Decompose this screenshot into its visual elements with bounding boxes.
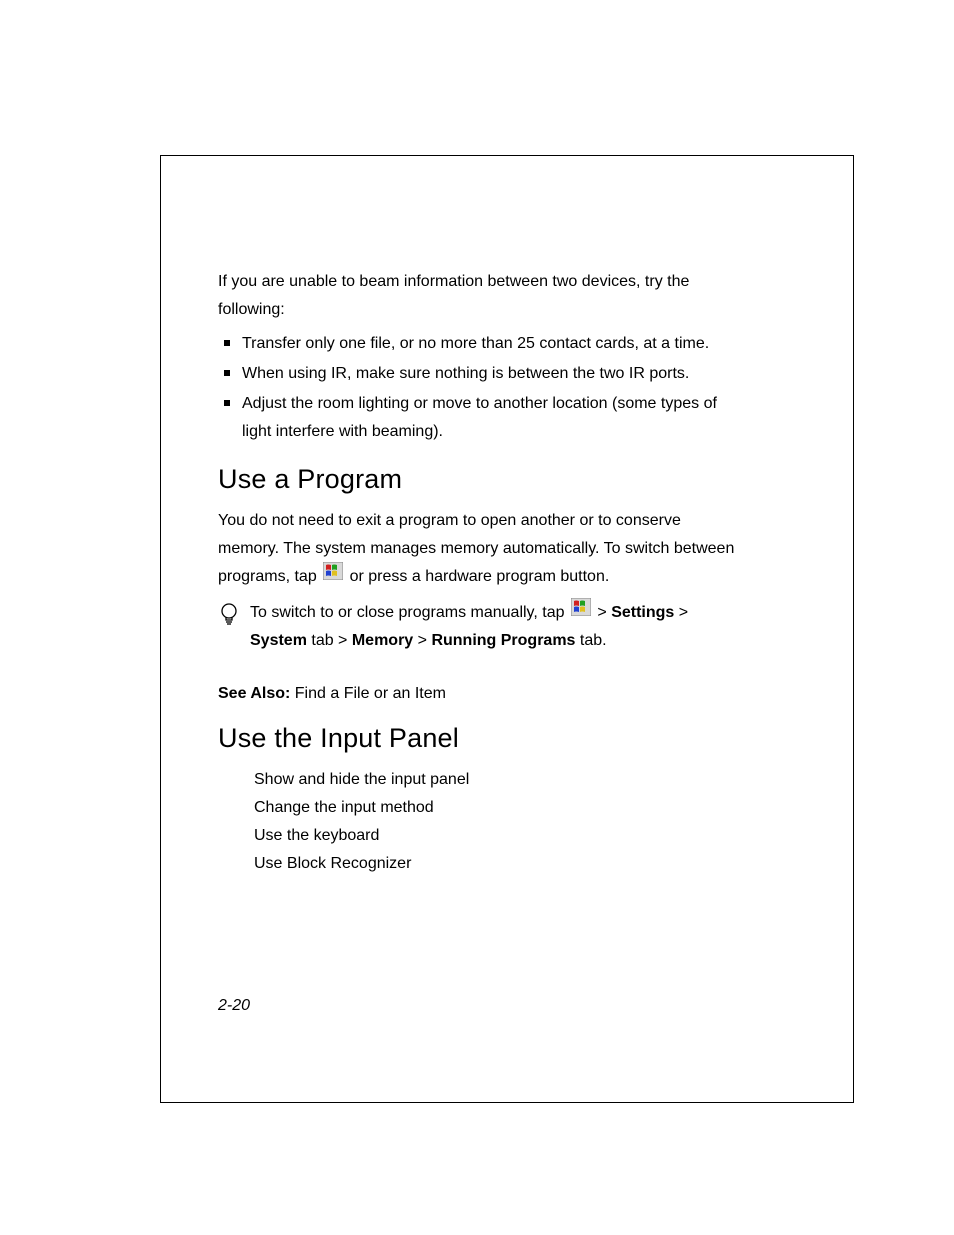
- text-fragment: >: [413, 632, 431, 649]
- troubleshoot-list: Transfer only one file, or no more than …: [218, 330, 746, 446]
- list-item: Use the keyboard: [254, 822, 746, 850]
- page-number: 2-20: [218, 997, 250, 1015]
- see-also: See Also: Find a File or an Item: [218, 685, 746, 703]
- windows-flag-icon: [323, 562, 343, 590]
- list-item: Adjust the room lighting or move to anot…: [218, 390, 746, 446]
- see-also-text: Find a File or an Item: [290, 685, 446, 702]
- heading-use-a-program: Use a Program: [218, 464, 746, 495]
- lightbulb-icon: [218, 601, 240, 632]
- list-item: Show and hide the input panel: [254, 766, 746, 794]
- text-fragment: or press a hardware program button.: [345, 568, 609, 585]
- text-fragment: To switch to or close programs manually,…: [250, 604, 569, 621]
- list-item: Change the input method: [254, 794, 746, 822]
- heading-use-input-panel: Use the Input Panel: [218, 723, 746, 754]
- bold-memory: Memory: [352, 632, 413, 649]
- text-fragment: >: [593, 604, 611, 621]
- list-item: Transfer only one file, or no more than …: [218, 330, 746, 358]
- tip-text: To switch to or close programs manually,…: [250, 599, 746, 655]
- bold-running-programs: Running Programs: [431, 632, 575, 649]
- use-program-paragraph: You do not need to exit a program to ope…: [218, 507, 746, 591]
- bold-settings: Settings: [611, 604, 674, 621]
- page: If you are unable to beam information be…: [0, 0, 954, 1235]
- intro-paragraph: If you are unable to beam information be…: [218, 268, 746, 324]
- page-content: If you are unable to beam information be…: [218, 268, 746, 878]
- text-fragment: tab.: [575, 632, 606, 649]
- list-item: When using IR, make sure nothing is betw…: [218, 360, 746, 388]
- text-fragment: tab >: [307, 632, 352, 649]
- bold-system: System: [250, 632, 307, 649]
- input-panel-topics: Show and hide the input panel Change the…: [254, 766, 746, 878]
- tip-block: To switch to or close programs manually,…: [218, 599, 746, 655]
- windows-flag-icon: [571, 598, 591, 626]
- list-item: Use Block Recognizer: [254, 850, 746, 878]
- see-also-label: See Also:: [218, 685, 290, 702]
- text-fragment: >: [674, 604, 688, 621]
